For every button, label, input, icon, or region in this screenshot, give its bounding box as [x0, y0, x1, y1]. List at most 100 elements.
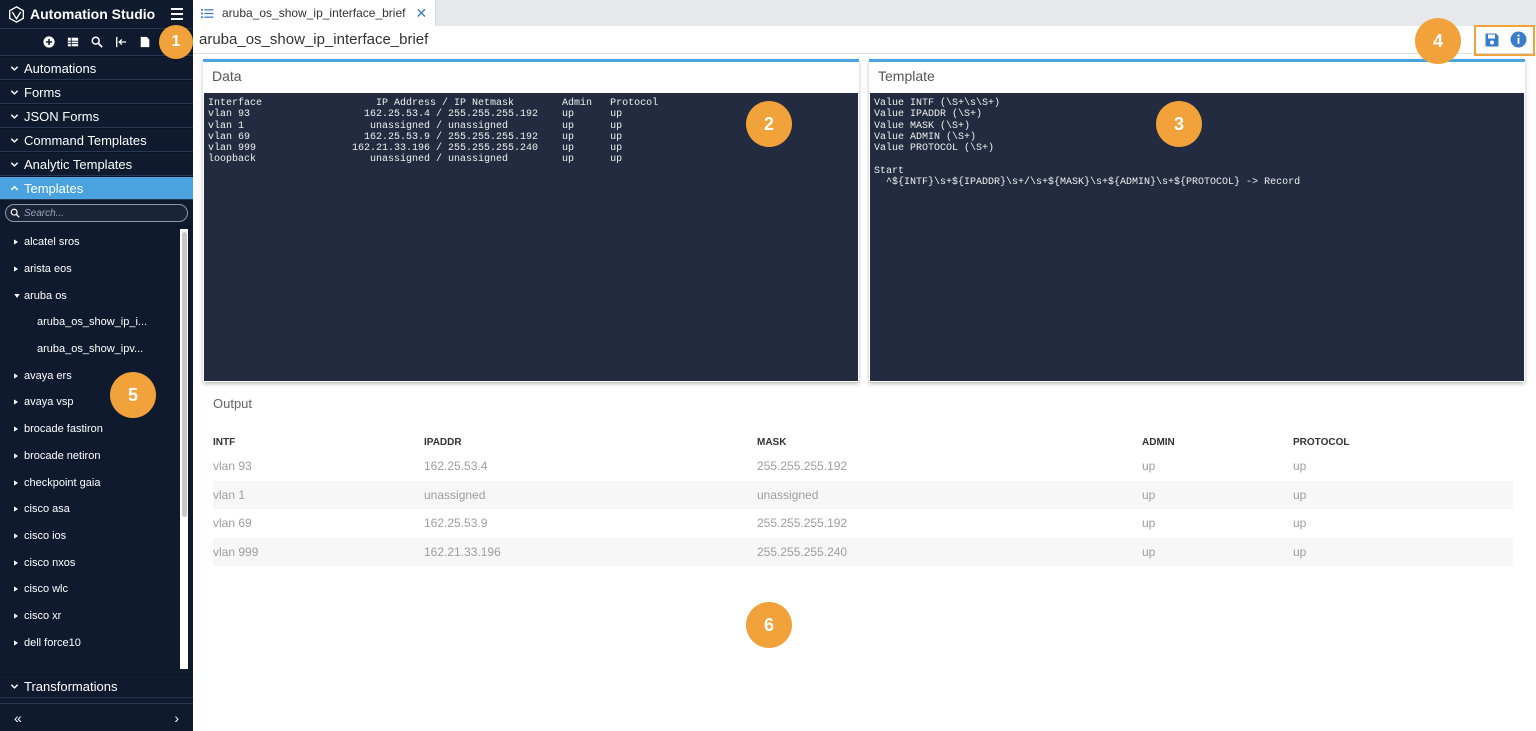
- callout-badge-6: 6: [746, 602, 792, 648]
- output-label: Output: [213, 396, 253, 411]
- table-cell: up: [1142, 459, 1156, 474]
- callout-badge-2: 2: [746, 101, 792, 147]
- callout-badge-3: 3: [1156, 101, 1202, 147]
- sidebar-item-label: Automations: [24, 60, 97, 76]
- page-header: aruba_os_show_ip_interface_brief: [193, 26, 1536, 54]
- table-row: vlan 999 162.21.33.196 255.255.255.240 u…: [213, 537, 1513, 566]
- tab-template[interactable]: aruba_os_show_ip_interface_brief ✕: [193, 0, 437, 26]
- caret-right-icon: [14, 266, 20, 272]
- chevron-down-icon: [10, 112, 20, 121]
- sidebar-search[interactable]: [5, 204, 188, 222]
- caret-right-icon: [14, 239, 20, 246]
- expand-sidebar-icon[interactable]: ›: [174, 710, 179, 726]
- callout-highlight-box: [1474, 25, 1535, 56]
- callout-badge-1: 1: [159, 25, 193, 59]
- tree-item-label: aruba os: [24, 289, 67, 302]
- tree-item-label: brocade netiron: [24, 449, 101, 462]
- tree-item-folder[interactable]: dell force10: [0, 629, 193, 656]
- chevron-down-icon: [10, 682, 20, 691]
- caret-right-icon: [14, 373, 20, 379]
- sidebar-item-label: Forms: [24, 84, 61, 100]
- tree-item-folder-open[interactable]: aruba os: [0, 282, 193, 309]
- logo-icon: [9, 5, 24, 23]
- table-cell: up: [1293, 480, 1513, 509]
- sidebar-header: Automation Studio: [0, 0, 193, 29]
- search-icon[interactable]: [90, 35, 104, 49]
- table-cell: 162.25.53.4: [424, 459, 488, 474]
- tree-item-folder[interactable]: cisco wlc: [0, 576, 193, 603]
- table-cell: 255.255.255.240: [757, 537, 1142, 566]
- app-title: Automation Studio: [30, 6, 156, 22]
- sidebar-footer: « ›: [0, 703, 193, 731]
- tree-item-folder[interactable]: checkpoint gaia: [0, 469, 193, 496]
- search-input[interactable]: [24, 207, 174, 219]
- main-content: aruba_os_show_ip_interface_brief ✕ aruba…: [193, 0, 1536, 731]
- caret-right-icon: [14, 479, 20, 486]
- tree-item-template[interactable]: aruba_os_show_ip_i...: [0, 309, 193, 336]
- table-cell: unassigned: [424, 480, 757, 509]
- table-cell: up: [1293, 516, 1307, 531]
- tree-item-label: dell force10: [24, 636, 81, 649]
- template-panel-title: Template: [878, 68, 935, 84]
- tree-item-folder[interactable]: brocade netiron: [0, 443, 193, 470]
- chevron-down-icon: [10, 160, 20, 169]
- tree-item-folder[interactable]: cisco ios: [0, 523, 193, 550]
- column-header: MASK: [757, 436, 787, 448]
- tree-item-folder[interactable]: avaya vsp: [0, 389, 193, 416]
- sidebar-item-forms[interactable]: Forms: [0, 80, 193, 104]
- tree-item-folder[interactable]: brocade fastiron: [0, 416, 193, 443]
- sidebar-item-templates[interactable]: Templates: [0, 176, 193, 200]
- grid-icon[interactable]: [66, 35, 80, 49]
- tree-item-folder[interactable]: cisco nxos: [0, 549, 193, 576]
- tree-item-folder[interactable]: cisco asa: [0, 496, 193, 523]
- caret-down-icon: [14, 293, 20, 298]
- table-cell: 162.21.33.196: [424, 537, 757, 566]
- tree-item-label: cisco xr: [24, 609, 62, 622]
- sidebar-item-json-forms[interactable]: JSON Forms: [0, 104, 193, 128]
- chevron-down-icon: [10, 88, 20, 97]
- callout-badge-4: 4: [1415, 18, 1461, 64]
- file-icon[interactable]: [138, 35, 152, 49]
- table-cell: vlan 999: [213, 537, 424, 566]
- caret-right-icon: [14, 586, 20, 592]
- table-cell: up: [1142, 537, 1293, 566]
- chevron-down-icon: [10, 136, 20, 145]
- tree-item-folder[interactable]: alcatel sros: [0, 229, 193, 256]
- tab-label: aruba_os_show_ip_interface_brief: [222, 6, 406, 20]
- table-header-row: INTF IPADDR MASK ADMIN PROTOCOL: [213, 432, 1513, 452]
- tree-item-label: cisco ios: [24, 529, 67, 542]
- tree-item-label: checkpoint gaia: [24, 476, 101, 489]
- tree-item-folder[interactable]: arista eos: [0, 256, 193, 283]
- table-cell: vlan 93: [213, 459, 252, 474]
- collapse-sidebar-icon[interactable]: «: [14, 710, 22, 726]
- tree-item-label: cisco asa: [24, 503, 70, 516]
- sidebar-item-label: Analytic Templates: [24, 156, 133, 172]
- sidebar-sections: Automations Forms JSON Forms Command Tem…: [0, 56, 193, 200]
- tree-item-folder[interactable]: avaya ers: [0, 362, 193, 389]
- sidebar-item-command-templates[interactable]: Command Templates: [0, 128, 193, 152]
- sidebar-item-label: Templates: [24, 180, 84, 196]
- menu-icon[interactable]: [165, 2, 189, 26]
- sidebar-item-transformations[interactable]: Transformations: [0, 674, 193, 698]
- add-icon[interactable]: [42, 35, 56, 49]
- table-cell: up: [1142, 480, 1293, 509]
- table-row: vlan 93 162.25.53.4 255.255.255.192 up u…: [213, 452, 1513, 481]
- tree-item-label: cisco nxos: [24, 556, 76, 569]
- template-tree: alcatel sros arista eos aruba os aruba_o…: [0, 229, 193, 669]
- table-row: vlan 1 unassigned unassigned up up: [213, 480, 1513, 509]
- import-icon[interactable]: [114, 35, 128, 49]
- tree-item-template[interactable]: aruba_os_show_ipv...: [0, 336, 193, 363]
- sidebar-item-analytic-templates[interactable]: Analytic Templates: [0, 152, 193, 176]
- tree-item-folder[interactable]: cisco xr: [0, 603, 193, 630]
- tree-item-label: avaya vsp: [24, 396, 74, 409]
- page-title: aruba_os_show_ip_interface_brief: [199, 31, 429, 48]
- template-panel: Template Value INTF (\S+\s\S+) Value IPA…: [869, 59, 1525, 382]
- close-icon[interactable]: ✕: [415, 5, 427, 22]
- tree-item-label: cisco wlc: [24, 583, 69, 596]
- sidebar-item-label: Command Templates: [24, 132, 147, 148]
- list-icon: [201, 8, 215, 19]
- sidebar-item-automations[interactable]: Automations: [0, 56, 193, 80]
- tree-scrollbar-thumb[interactable]: [182, 232, 187, 517]
- chevron-down-icon: [10, 64, 20, 73]
- sidebar-item-label: JSON Forms: [24, 108, 100, 124]
